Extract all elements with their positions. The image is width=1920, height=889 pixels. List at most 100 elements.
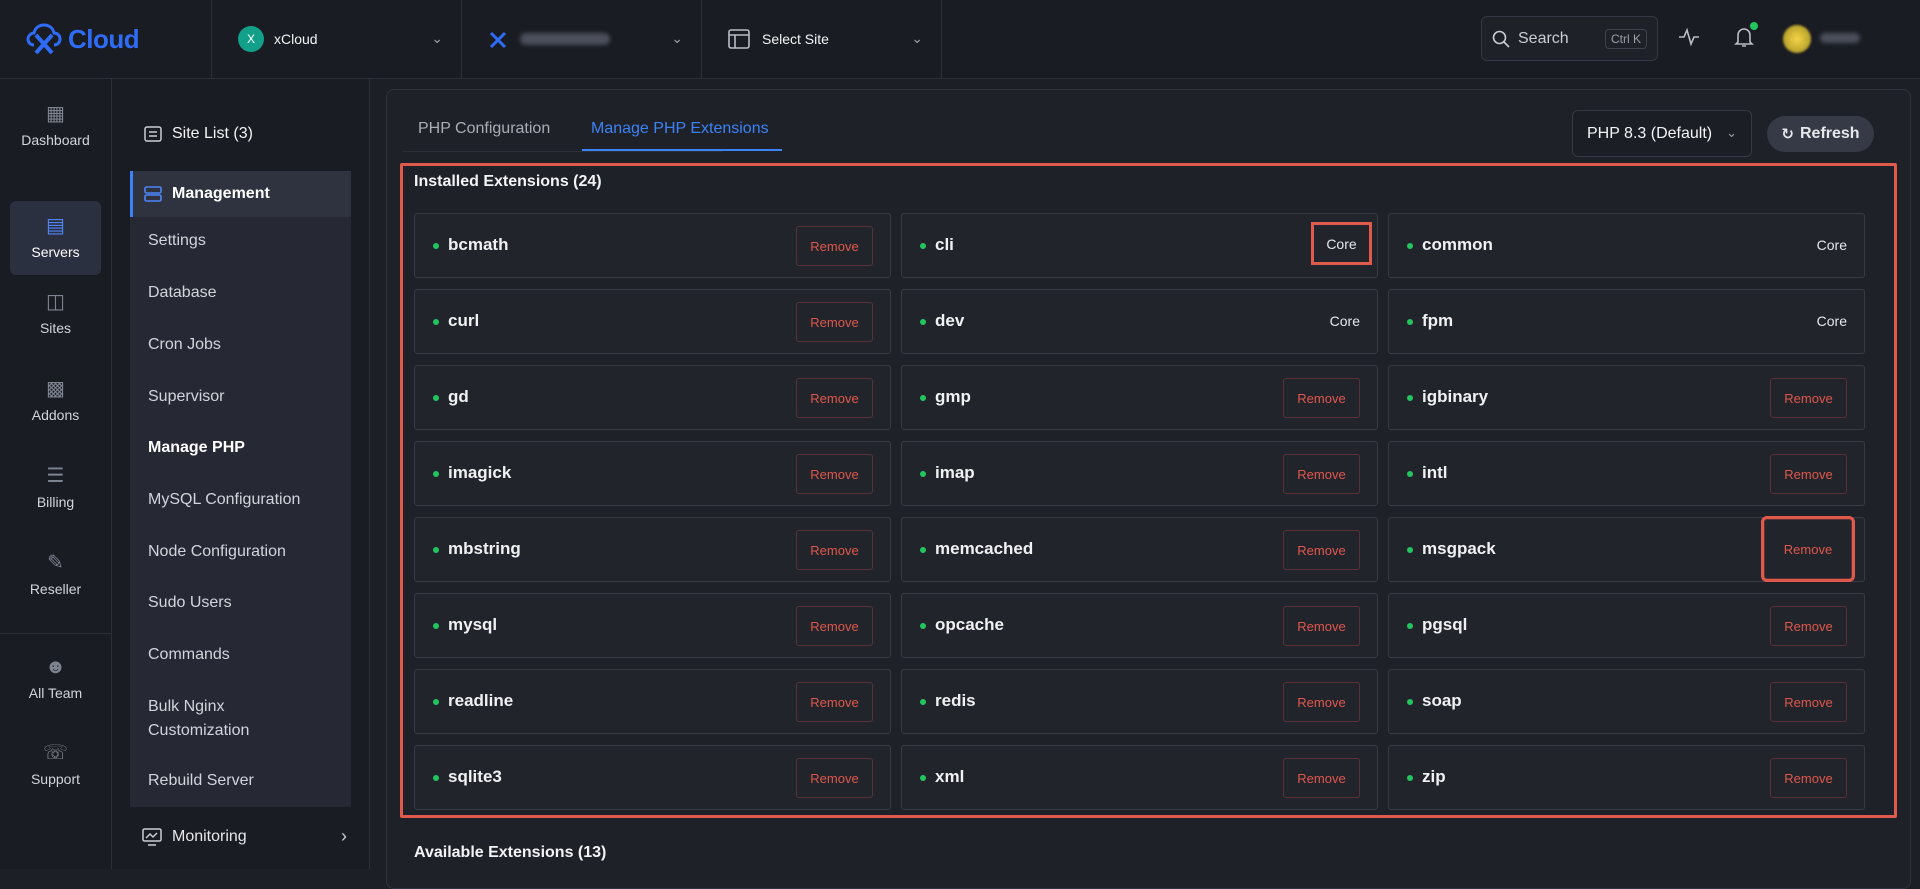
menu-item-commands[interactable]: Commands <box>148 643 230 667</box>
extension-name: soap <box>1422 691 1462 710</box>
status-dot <box>1407 243 1413 249</box>
tab-manage-php-extensions[interactable]: Manage PHP Extensions <box>591 120 769 138</box>
remove-extension-button[interactable]: Remove <box>1770 682 1847 722</box>
extension-name: fpm <box>1422 311 1454 330</box>
site-layout-icon <box>728 29 750 49</box>
remove-extension-button[interactable]: Remove <box>1283 606 1360 646</box>
search-button[interactable]: Search Ctrl K <box>1481 16 1658 61</box>
nav-billing[interactable]: ☰ Billing <box>10 451 101 525</box>
remove-extension-button[interactable]: Remove <box>1283 758 1360 798</box>
nav-reseller[interactable]: ✎ Reseller <box>10 538 101 612</box>
remove-extension-button[interactable]: Remove <box>1283 378 1360 418</box>
tab-php-configuration[interactable]: PHP Configuration <box>418 120 550 138</box>
menu-item-database[interactable]: Database <box>148 281 217 305</box>
remove-extension-button[interactable]: Remove <box>1770 454 1847 494</box>
nav-label: Billing <box>36 494 75 510</box>
site-selector[interactable]: Select Site ⌄ <box>702 0 942 79</box>
menu-item-manage-php[interactable]: Manage PHP <box>148 436 245 460</box>
menu-item-node-configuration[interactable]: Node Configuration <box>148 540 286 564</box>
menu-item-cron-jobs[interactable]: Cron Jobs <box>148 333 221 357</box>
menu-item-bulk-nginx[interactable]: Bulk Nginx Customization <box>148 695 298 743</box>
core-badge: Core <box>1816 237 1847 253</box>
nav-dashboard[interactable]: ▦ Dashboard <box>10 89 101 163</box>
server-selector[interactable]: ⌄ <box>462 0 702 79</box>
status-dot <box>920 243 926 249</box>
rail-divider <box>0 633 112 634</box>
extension-name: imagick <box>448 463 512 482</box>
workspace-avatar: X <box>238 26 264 52</box>
puzzle-icon: ▩ <box>46 378 65 400</box>
monitoring-section[interactable]: Monitoring › <box>142 826 347 847</box>
site-list-link[interactable]: Site List (3) <box>144 125 253 143</box>
nav-sites[interactable]: ◫ Sites <box>10 277 101 351</box>
search-icon <box>1492 30 1510 48</box>
menu-item-supervisor[interactable]: Supervisor <box>148 385 224 409</box>
remove-extension-button[interactable]: Remove <box>796 302 873 342</box>
extension-card: sqlite3 Remove <box>414 745 891 810</box>
site-selector-label: Select Site <box>762 31 829 47</box>
layout-icon: ◫ <box>46 291 65 313</box>
nav-addons[interactable]: ▩ Addons <box>10 364 101 438</box>
server-icon: ▤ <box>46 215 65 237</box>
remove-extension-button[interactable]: Remove <box>796 226 873 266</box>
extension-name: opcache <box>935 615 1004 634</box>
remove-extension-button[interactable]: Remove <box>796 606 873 646</box>
php-version-select[interactable]: PHP 8.3 (Default) ⌄ <box>1572 110 1752 157</box>
search-label: Search <box>1518 29 1569 47</box>
nav-support[interactable]: ☏ Support <box>10 728 101 802</box>
nav-all-team[interactable]: ☻ All Team <box>10 642 101 716</box>
menu-item-rebuild-server[interactable]: Rebuild Server <box>148 769 254 793</box>
status-dot <box>1407 623 1413 629</box>
extension-name: xml <box>935 767 965 786</box>
reseller-icon: ✎ <box>47 552 64 574</box>
php-panel: PHP Configuration Manage PHP Extensions … <box>386 89 1911 889</box>
remove-extension-button[interactable]: Remove <box>796 378 873 418</box>
remove-extension-button[interactable]: Remove <box>796 758 873 798</box>
status-dot <box>1407 547 1413 553</box>
menu-item-sudo-users[interactable]: Sudo Users <box>148 591 232 615</box>
brand-logo[interactable]: Cloud <box>0 0 212 79</box>
extension-card: pgsql Remove <box>1388 593 1865 658</box>
extension-card: imap Remove <box>901 441 1378 506</box>
extension-name: imap <box>935 463 975 482</box>
cloud-logo-icon <box>26 23 62 55</box>
extension-name: igbinary <box>1422 387 1489 406</box>
site-list-label: Site List (3) <box>172 125 253 142</box>
remove-extension-button[interactable]: Remove <box>1770 758 1847 798</box>
refresh-button[interactable]: ↻ Refresh <box>1767 116 1874 152</box>
management-section-header[interactable]: Management <box>130 171 351 217</box>
status-dot <box>1407 395 1413 401</box>
extension-name: dev <box>935 311 965 330</box>
status-dot <box>433 395 439 401</box>
team-icon: ☻ <box>44 656 67 678</box>
extension-card: xml Remove <box>901 745 1378 810</box>
status-dot <box>920 775 926 781</box>
remove-extension-button[interactable]: Remove <box>1770 606 1847 646</box>
menu-item-mysql-configuration[interactable]: MySQL Configuration <box>148 488 300 512</box>
status-dot <box>920 623 926 629</box>
management-label: Management <box>172 185 270 202</box>
remove-extension-button[interactable]: Remove <box>1761 516 1855 582</box>
workspace-selector[interactable]: X xCloud ⌄ <box>212 0 462 79</box>
nav-servers[interactable]: ▤ Servers <box>10 201 101 275</box>
status-dot <box>1407 471 1413 477</box>
extension-name: sqlite3 <box>448 767 502 786</box>
extension-name: gmp <box>935 387 971 406</box>
server-subnav: Site List (3) Management Settings Databa… <box>112 79 370 869</box>
extension-card: cli Core <box>901 213 1378 278</box>
extension-name: cli <box>935 235 954 254</box>
user-avatar[interactable] <box>1783 25 1811 53</box>
nav-label: Sites <box>39 320 72 336</box>
remove-extension-button[interactable]: Remove <box>796 682 873 722</box>
remove-extension-button[interactable]: Remove <box>1283 454 1360 494</box>
server-name-redacted <box>520 33 610 45</box>
remove-extension-button[interactable]: Remove <box>796 454 873 494</box>
menu-item-settings[interactable]: Settings <box>148 229 206 253</box>
extension-name: intl <box>1422 463 1448 482</box>
remove-extension-button[interactable]: Remove <box>1283 682 1360 722</box>
core-badge: Core <box>1311 222 1372 265</box>
activity-icon[interactable] <box>1678 26 1700 48</box>
remove-extension-button[interactable]: Remove <box>1283 530 1360 570</box>
remove-extension-button[interactable]: Remove <box>1770 378 1847 418</box>
remove-extension-button[interactable]: Remove <box>796 530 873 570</box>
